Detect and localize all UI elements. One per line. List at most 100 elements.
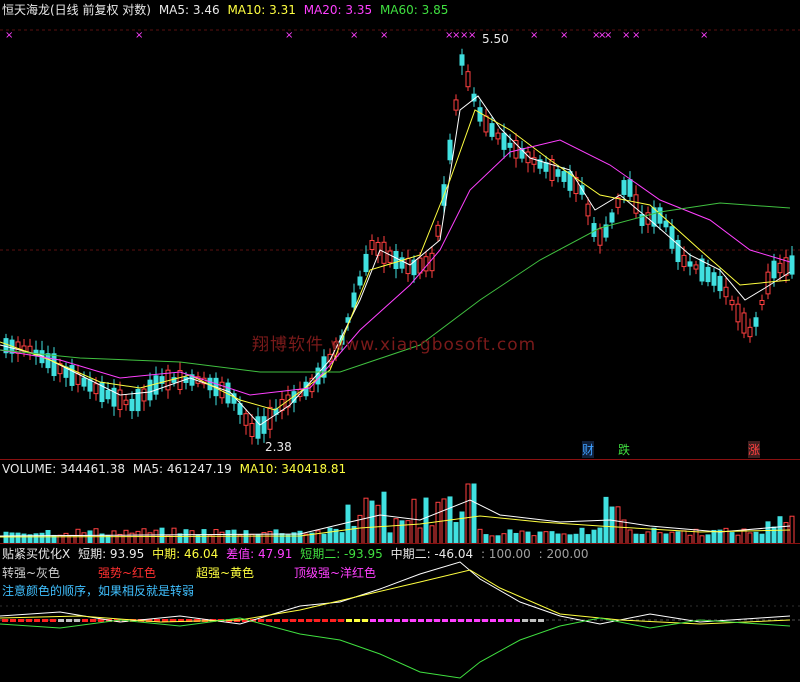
indicator-short2: 短期二: -93.95 bbox=[300, 547, 383, 561]
candle-body bbox=[243, 413, 249, 426]
indicator-name: 贴紧买优化X bbox=[2, 547, 71, 561]
volume-bar bbox=[477, 528, 483, 544]
candle-body bbox=[459, 54, 465, 66]
indicator-mid: 中期: 46.04 bbox=[152, 547, 219, 561]
signal-bar bbox=[50, 619, 56, 622]
ma60-label: MA60: 3.85 bbox=[379, 3, 449, 17]
volume-ma5-label: MA5: 461247.19 bbox=[132, 462, 232, 476]
volume-bar bbox=[453, 522, 459, 544]
signal-bar bbox=[10, 619, 16, 622]
signal-bar bbox=[442, 619, 448, 622]
signal-bar bbox=[434, 619, 440, 622]
signal-bar bbox=[74, 619, 80, 622]
candle-body bbox=[429, 252, 435, 272]
volume-bar bbox=[423, 497, 429, 544]
candle-body bbox=[423, 256, 429, 272]
watermark: 翔博软件 www.xiangbosoft.com bbox=[252, 335, 537, 355]
signal-marker: × bbox=[380, 30, 388, 41]
candle-body bbox=[741, 312, 747, 334]
candle-body bbox=[129, 398, 135, 412]
indicator-line-200: : 200.00 bbox=[538, 547, 589, 561]
ma5-label: MA5: 3.46 bbox=[158, 3, 220, 17]
candle-body bbox=[483, 115, 489, 133]
candle-body bbox=[663, 220, 669, 228]
signal-bar bbox=[18, 619, 24, 622]
signal-bar bbox=[26, 619, 32, 622]
candle-body bbox=[363, 253, 369, 273]
price-header: 恒天海龙(日线 前复权 对数) MA5: 3.46 MA10: 3.31 MA2… bbox=[2, 1, 452, 18]
volume-bar bbox=[273, 529, 279, 544]
signal-marker: × bbox=[285, 30, 293, 41]
candle-body bbox=[627, 179, 633, 197]
signal-bar bbox=[314, 619, 320, 622]
candle-body bbox=[315, 367, 321, 385]
signal-bar bbox=[482, 619, 488, 622]
candlestick-chart[interactable]: × × × × × ×× × × × × ××× × × × bbox=[0, 0, 800, 460]
tag-cai: 财 bbox=[582, 441, 595, 458]
signal-bar bbox=[282, 619, 288, 622]
indicator-mid2: 中期二: -46.04 bbox=[390, 547, 474, 561]
volume-bar bbox=[597, 527, 603, 544]
volume-bar bbox=[471, 483, 477, 544]
candle-body bbox=[609, 212, 615, 223]
candle-body bbox=[753, 317, 759, 327]
tag-zhang: 涨 bbox=[748, 441, 761, 458]
volume-bar bbox=[231, 529, 237, 544]
candle-body bbox=[555, 169, 561, 177]
indicator-panel[interactable]: 贴紧买优化X 短期: 93.95 中期: 46.04 差值: 47.91 短期二… bbox=[0, 544, 800, 682]
signal-bar bbox=[290, 619, 296, 622]
volume-bar bbox=[225, 530, 231, 544]
candle-body bbox=[633, 194, 639, 214]
volume-bar bbox=[411, 498, 417, 544]
signal-bar bbox=[338, 619, 344, 622]
candle-body bbox=[561, 171, 567, 182]
candle-body bbox=[45, 353, 51, 369]
volume-bar bbox=[465, 483, 471, 544]
signal-bar bbox=[90, 619, 96, 622]
price-panel[interactable]: 恒天海龙(日线 前复权 对数) MA5: 3.46 MA10: 3.31 MA2… bbox=[0, 0, 800, 460]
signal-bar bbox=[274, 619, 280, 622]
volume-bar bbox=[507, 529, 513, 544]
volume-bar bbox=[399, 520, 405, 544]
ma20-label: MA20: 3.35 bbox=[303, 3, 373, 17]
candle-body bbox=[105, 389, 111, 400]
candle-body bbox=[789, 255, 795, 275]
signal-bar bbox=[66, 619, 72, 622]
signal-bar bbox=[306, 619, 312, 622]
candle-body bbox=[699, 258, 705, 282]
low-price-label: 2.38 bbox=[265, 440, 292, 454]
signal-bar bbox=[418, 619, 424, 622]
candle-body bbox=[93, 383, 99, 395]
volume-ma10-label: MA10: 340418.81 bbox=[239, 462, 347, 476]
candle-body bbox=[117, 389, 123, 411]
signal-bar bbox=[354, 619, 360, 622]
candle-body bbox=[405, 257, 411, 275]
candle-body bbox=[141, 388, 147, 402]
candle-body bbox=[729, 299, 735, 306]
volume-bar bbox=[405, 520, 411, 544]
volume-bar bbox=[123, 529, 129, 544]
candle-body bbox=[477, 107, 483, 122]
ma10-label: MA10: 3.31 bbox=[227, 3, 296, 17]
volume-bar bbox=[627, 529, 633, 544]
candle-body bbox=[375, 241, 381, 256]
volume-bar bbox=[315, 530, 321, 544]
candle-body bbox=[747, 326, 753, 338]
volume-bar bbox=[393, 518, 399, 544]
volume-bar bbox=[369, 500, 375, 544]
volume-panel[interactable]: VOLUME: 344461.38 MA5: 461247.19 MA10: 3… bbox=[0, 460, 800, 544]
signal-bar bbox=[2, 619, 8, 622]
candle-body bbox=[621, 180, 627, 195]
candle-body bbox=[51, 353, 57, 377]
signal-bar bbox=[58, 619, 64, 622]
legend-red: 强势~红色 bbox=[98, 566, 157, 580]
signal-bar bbox=[426, 619, 432, 622]
volume-bar bbox=[327, 527, 333, 544]
candle-body bbox=[81, 377, 87, 387]
signal-bar bbox=[298, 619, 304, 622]
volume-bar bbox=[615, 506, 621, 544]
indicator-short: 短期: 93.95 bbox=[78, 547, 145, 561]
signal-marker: × bbox=[135, 30, 143, 41]
candle-body bbox=[369, 239, 375, 251]
candle-body bbox=[765, 271, 771, 295]
